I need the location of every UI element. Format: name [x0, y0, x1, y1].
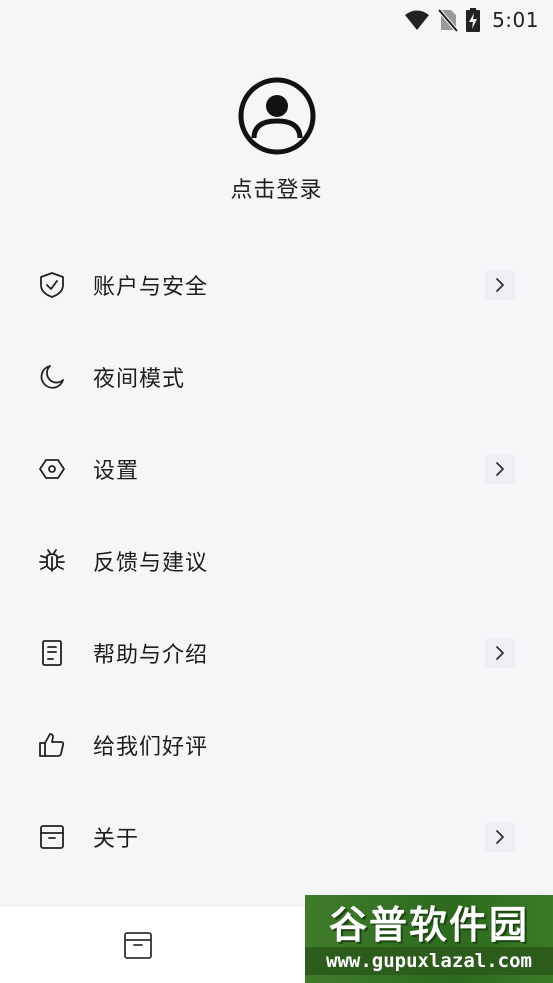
- menu-item-label: 设置: [93, 459, 140, 484]
- profile-section: 点击登录: [0, 76, 553, 204]
- watermark-url: www.gupuxlazal.com: [305, 947, 553, 975]
- avatar-icon[interactable]: [237, 76, 317, 156]
- menu-item-label: 夜间模式: [93, 367, 186, 392]
- menu-item-rate-us[interactable]: 给我们好评: [0, 699, 553, 791]
- menu-item-about[interactable]: 关于: [0, 791, 553, 883]
- settings-menu: 账户与安全 夜间模式 设置 反馈与建议 帮助与介绍 给我们好评 关于: [0, 239, 553, 883]
- app-screen: 5:01 点击登录 账户与安全 夜间模式 设置 反馈与建议 帮助与介绍 给我们好…: [0, 0, 553, 983]
- chevron-right-icon: [485, 638, 515, 668]
- bug-icon: [38, 547, 66, 575]
- menu-item-label: 帮助与介绍: [93, 643, 209, 668]
- hexagon-settings-icon: [38, 455, 66, 483]
- menu-item-label: 关于: [93, 827, 140, 852]
- menu-item-feedback[interactable]: 反馈与建议: [0, 515, 553, 607]
- menu-item-night-mode[interactable]: 夜间模式: [0, 331, 553, 423]
- menu-item-settings[interactable]: 设置: [0, 423, 553, 515]
- login-link[interactable]: 点击登录: [230, 172, 322, 204]
- document-icon: [38, 639, 66, 667]
- archive-box-icon: [38, 823, 66, 851]
- status-time: 5:01: [492, 8, 539, 32]
- moon-icon: [38, 363, 66, 391]
- nav-tab-home[interactable]: [0, 906, 277, 983]
- thumbs-up-icon: [38, 731, 66, 759]
- battery-charging-icon: [466, 8, 481, 32]
- chevron-right-icon: [485, 822, 515, 852]
- watermark-logo: 谷普软件园 www.gupuxlazal.com: [305, 895, 553, 983]
- status-bar: 5:01: [0, 0, 553, 40]
- shield-check-icon: [38, 271, 66, 299]
- archive-box-icon: [124, 931, 153, 959]
- menu-item-account-security[interactable]: 账户与安全: [0, 239, 553, 331]
- chevron-right-icon: [485, 270, 515, 300]
- menu-item-label: 反馈与建议: [93, 551, 209, 576]
- chevron-right-icon: [485, 454, 515, 484]
- menu-item-help[interactable]: 帮助与介绍: [0, 607, 553, 699]
- menu-item-label: 账户与安全: [93, 275, 209, 300]
- menu-item-label: 给我们好评: [93, 735, 209, 760]
- wifi-icon: [405, 10, 430, 30]
- watermark-title: 谷普软件园: [328, 903, 529, 947]
- no-sim-icon: [438, 8, 459, 32]
